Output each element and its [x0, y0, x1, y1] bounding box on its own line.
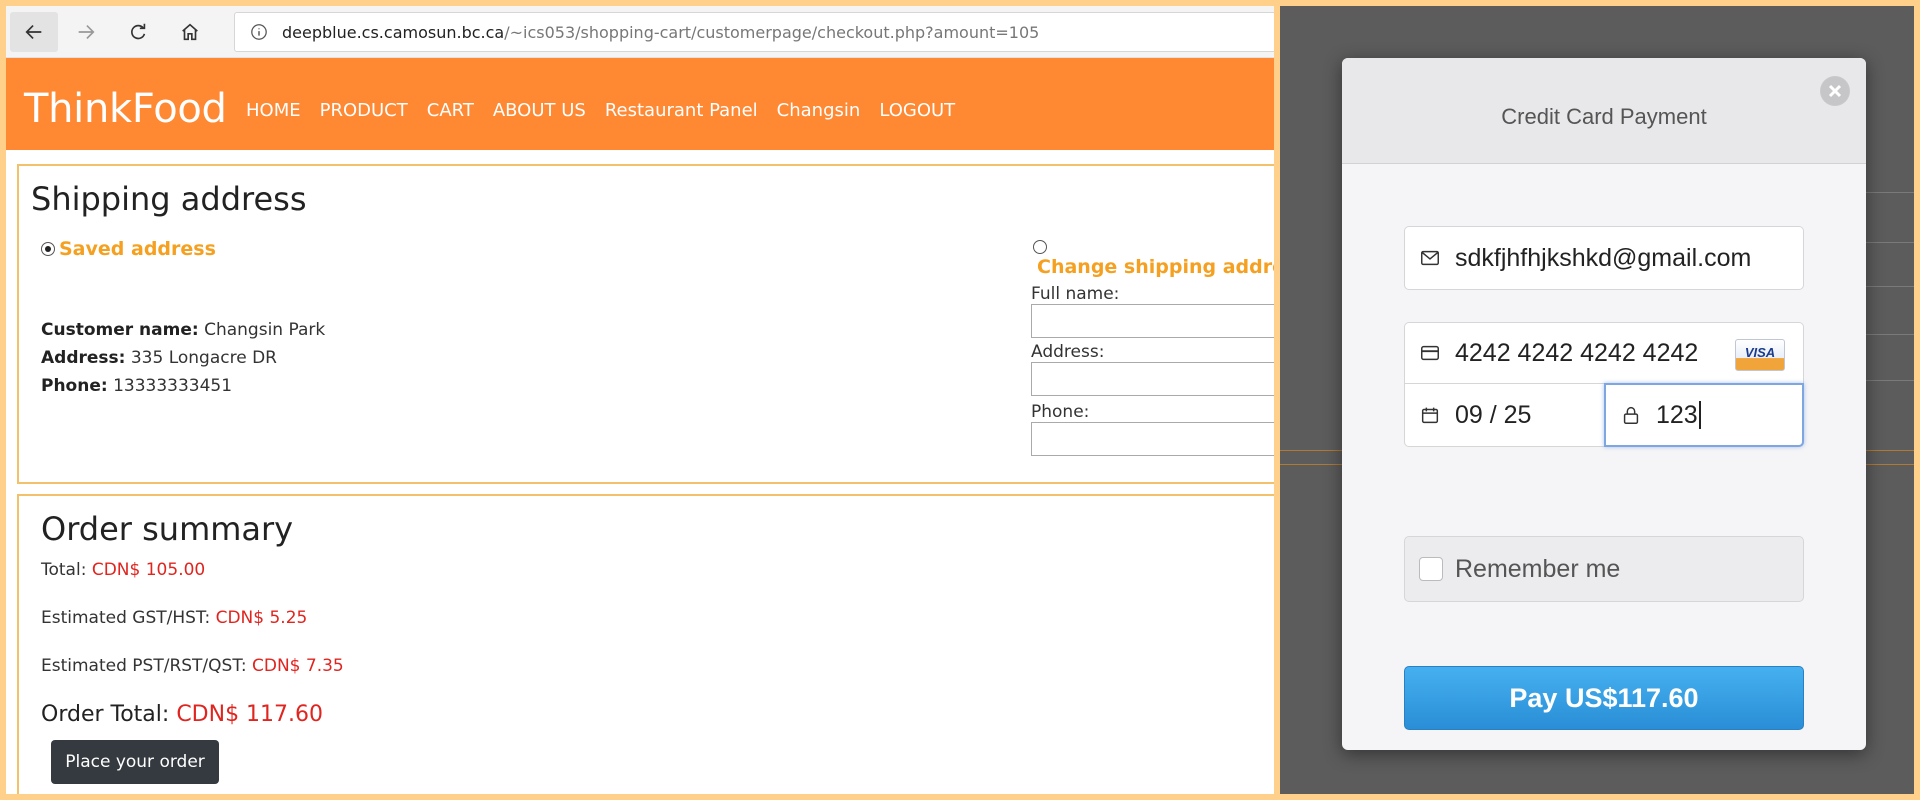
gst-value: CDN$ 5.25 [215, 608, 308, 628]
nav-menu: HOME PRODUCT CART ABOUT US Restaurant Pa… [246, 100, 974, 121]
brand-logo[interactable]: ThinkFood [24, 86, 227, 132]
nav-product[interactable]: PRODUCT [320, 100, 408, 121]
payment-modal: Credit Card Payment sdkfjhfhjkshkd@gmail… [1342, 58, 1866, 750]
customer-value: Changsin Park [204, 320, 326, 340]
reload-button[interactable] [114, 12, 162, 52]
back-button[interactable] [10, 12, 58, 52]
nav-restaurant-panel[interactable]: Restaurant Panel [605, 100, 758, 121]
nav-home[interactable]: HOME [246, 100, 301, 121]
pay-button-label: Pay US$117.60 [1509, 682, 1699, 713]
order-total-row: Order Total: CDN$ 117.60 [41, 702, 323, 727]
phone-field[interactable] [1031, 422, 1274, 456]
total-label: Total: [41, 560, 87, 580]
close-button[interactable] [1820, 76, 1850, 106]
remember-me-option[interactable]: Remember me [1404, 536, 1804, 602]
email-field[interactable]: sdkfjhfhjkshkd@gmail.com [1404, 226, 1804, 290]
gst-label: Estimated GST/HST: [41, 608, 211, 628]
nav-cart[interactable]: CART [427, 100, 474, 121]
address-bar[interactable]: deepblue.cs.camosun.bc.ca/~ics053/shoppi… [234, 12, 1274, 52]
mail-icon [1421, 250, 1439, 266]
saved-address-label: Saved address [59, 238, 216, 260]
expiry-field[interactable]: 09 / 25 [1404, 383, 1605, 447]
pst-row: Estimated PST/RST/QST: CDN$ 7.35 [41, 656, 344, 676]
change-address-label: Change shipping address [1037, 256, 1274, 278]
customer-label: Customer name: [41, 320, 199, 340]
phone-value: 13333333451 [113, 376, 233, 396]
card-number-value: 4242 4242 4242 4242 [1455, 338, 1699, 367]
modal-header: Credit Card Payment [1342, 58, 1866, 164]
reload-icon [131, 23, 146, 40]
nav-about-us[interactable]: ABOUT US [493, 100, 586, 121]
visa-badge: VISA [1735, 339, 1785, 371]
saved-address-option[interactable]: Saved address [41, 238, 216, 260]
email-value: sdkfjhfhjkshkd@gmail.com [1455, 243, 1752, 272]
phone-label: Phone: [41, 376, 108, 396]
form-address-label: Address: [1031, 342, 1105, 362]
change-address-option[interactable]: Change shipping address [1033, 238, 1274, 278]
cvc-value: 123 [1656, 400, 1698, 429]
order-total-value: CDN$ 117.60 [176, 702, 324, 727]
close-icon [1821, 77, 1849, 105]
customer-row: Customer name: Changsin Park [41, 316, 325, 344]
text-caret [1698, 401, 1701, 429]
card-number-field[interactable]: 4242 4242 4242 4242 VISA [1404, 322, 1804, 384]
saved-address-radio[interactable] [41, 242, 55, 256]
back-icon [25, 24, 42, 40]
total-value: CDN$ 105.00 [91, 560, 206, 580]
address-label: Address: [41, 348, 126, 368]
address-value: 335 Longacre DR [130, 348, 277, 368]
total-row: Total: CDN$ 105.00 [41, 560, 205, 580]
forward-icon [78, 24, 95, 40]
shipping-card: Shipping address Saved address Change sh… [17, 164, 1274, 484]
saved-address-details: Customer name: Changsin Park Address: 33… [41, 316, 325, 400]
address-field[interactable] [1031, 362, 1274, 396]
home-button[interactable] [166, 12, 214, 52]
url-text: deepblue.cs.camosun.bc.ca/~ics053/shoppi… [282, 23, 1039, 42]
pay-button[interactable]: Pay US$117.60 [1404, 666, 1804, 730]
modal-title: Credit Card Payment [1501, 104, 1707, 129]
pst-value: CDN$ 7.35 [251, 656, 344, 676]
calendar-icon [1421, 407, 1439, 424]
cvc-field[interactable]: 123 [1604, 383, 1804, 447]
site-navbar: ThinkFood HOME PRODUCT CART ABOUT US Res… [6, 58, 1274, 150]
forward-button[interactable] [62, 12, 110, 52]
gst-row: Estimated GST/HST: CDN$ 5.25 [41, 608, 307, 628]
form-phone-label: Phone: [1031, 402, 1090, 422]
url-host: deepblue.cs.camosun.bc.ca [282, 22, 505, 42]
home-icon [182, 23, 198, 41]
change-address-radio[interactable] [1033, 239, 1047, 254]
info-icon[interactable] [250, 23, 268, 41]
browser-toolbar: deepblue.cs.camosun.bc.ca/~ics053/shoppi… [6, 6, 1274, 58]
place-order-button[interactable]: Place your order [51, 740, 219, 784]
shipping-form: Full name: Address: Phone: [1031, 284, 1274, 456]
phone-row: Phone: 13333333451 [41, 372, 325, 400]
nav-user[interactable]: Changsin [777, 100, 861, 121]
order-summary-title: Order summary [41, 510, 294, 548]
nav-logout[interactable]: LOGOUT [879, 100, 955, 121]
pst-label: Estimated PST/RST/QST: [41, 656, 247, 676]
order-summary-card: Order summary Total: CDN$ 105.00 Estimat… [17, 494, 1274, 794]
full-name-label: Full name: [1031, 284, 1120, 304]
card-icon [1421, 345, 1439, 361]
full-name-field[interactable] [1031, 304, 1274, 338]
lock-icon [1623, 406, 1639, 424]
remember-me-label: Remember me [1455, 554, 1621, 583]
card-brand: VISA [1744, 345, 1776, 360]
shipping-title: Shipping address [31, 180, 307, 218]
expiry-value: 09 / 25 [1455, 400, 1532, 429]
url-path: /~ics053/shopping-cart/customerpage/chec… [504, 22, 1040, 42]
payment-overlay: Credit Card Payment sdkfjhfhjkshkd@gmail… [1280, 6, 1914, 794]
address-row: Address: 335 Longacre DR [41, 344, 325, 372]
remember-me-checkbox[interactable] [1419, 557, 1443, 581]
browser-window: deepblue.cs.camosun.bc.ca/~ics053/shoppi… [6, 6, 1274, 794]
order-total-label: Order Total: [41, 702, 170, 727]
